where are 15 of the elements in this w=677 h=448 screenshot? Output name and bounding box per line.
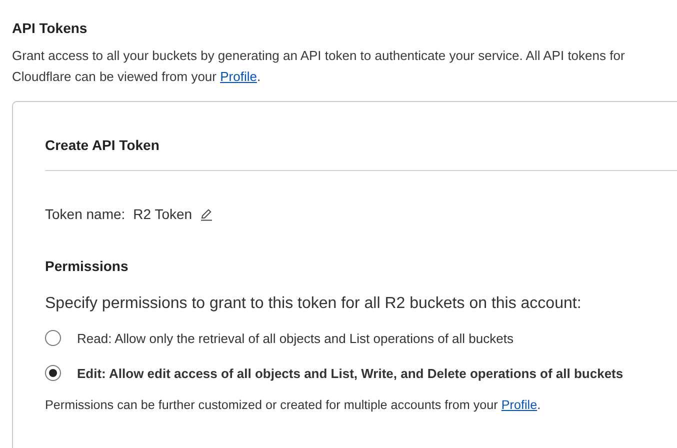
permissions-prompt: Specify permissions to grant to this token for all R2 buckets on this account:	[45, 295, 582, 313]
profile-link[interactable]: Profile	[501, 398, 538, 412]
card-title: Create API Token	[45, 136, 160, 155]
permissions-note: Permissions can be further customized or created for multiple accounts from your Profile.	[45, 398, 542, 412]
permissions-heading: Permissions	[45, 258, 130, 274]
radio-button[interactable]	[45, 330, 61, 346]
radio-button[interactable]	[45, 365, 61, 381]
token-name-label: Token name:	[45, 206, 126, 222]
pencil-icon[interactable]	[200, 208, 214, 220]
section-title: API Tokens	[12, 19, 88, 38]
option-label: Edit: Allow edit access of all objects and List, Write, and Delete operations of all buckets	[77, 366, 624, 380]
token-name-value: R2 Token	[133, 206, 192, 222]
profile-link[interactable]: Profile	[220, 69, 257, 84]
section-description: Grant access to all your buckets by generating an API token to authenticate your service. All API tokens for Cloudflare can be viewed from your Profile.	[12, 47, 626, 86]
option-label: Read: Allow only the retrieval of all objects and List operations of all buckets	[77, 330, 514, 346]
